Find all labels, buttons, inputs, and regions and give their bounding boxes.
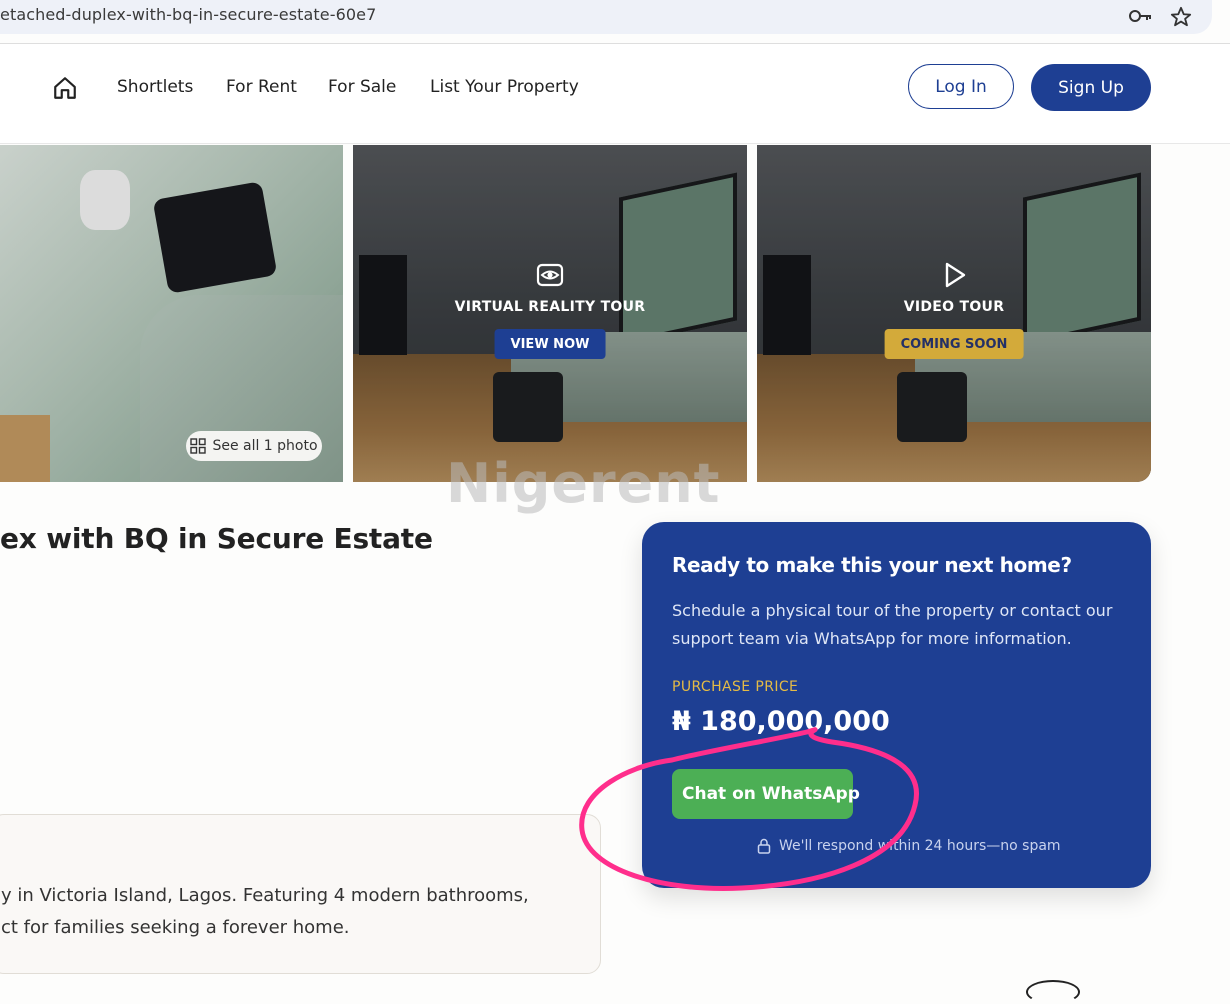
- property-title: ex with BQ in Secure Estate: [0, 522, 433, 555]
- key-icon[interactable]: [1128, 6, 1152, 26]
- main-photo[interactable]: See all 1 photo: [0, 145, 343, 482]
- nav-link-shortlets[interactable]: Shortlets: [117, 77, 193, 97]
- cushion-image: [152, 181, 278, 294]
- annotation-circle-scribble: [579, 727, 919, 891]
- floor-image: [0, 415, 50, 482]
- home-icon[interactable]: [52, 75, 78, 101]
- contact-card-title: Ready to make this your next home?: [672, 553, 1072, 577]
- vr-eye-icon: [536, 263, 564, 287]
- see-all-label: See all 1 photo: [212, 438, 318, 454]
- vr-tour-title: VIRTUAL REALITY TOUR: [454, 299, 646, 315]
- watermark-logo: Nigerent: [446, 452, 721, 515]
- description-line: y in Victoria Island, Lagos. Featuring 4…: [1, 885, 529, 906]
- pillow-image: [80, 170, 130, 230]
- contact-card-subtitle: support team via WhatsApp for more infor…: [672, 629, 1072, 648]
- partial-circle-element: [1026, 980, 1080, 1004]
- price-label: PURCHASE PRICE: [672, 679, 799, 695]
- play-icon: [945, 262, 966, 288]
- star-icon[interactable]: [1170, 6, 1192, 28]
- address-bar[interactable]: etached-duplex-with-bq-in-secure-estate-…: [0, 0, 1212, 34]
- site-header: Shortlets For Rent For Sale List Your Pr…: [0, 44, 1230, 144]
- login-button[interactable]: Log In: [908, 64, 1014, 109]
- nav-link-for-sale[interactable]: For Sale: [328, 77, 396, 97]
- url-text[interactable]: etached-duplex-with-bq-in-secure-estate-…: [0, 5, 376, 24]
- see-all-photos-button[interactable]: See all 1 photo: [186, 431, 322, 461]
- video-coming-soon-badge: COMING SOON: [884, 329, 1024, 359]
- nav-link-list-property[interactable]: List Your Property: [430, 77, 579, 97]
- video-tour-title: VIDEO TOUR: [903, 299, 1005, 315]
- description-line: ct for families seeking a forever home.: [1, 917, 350, 938]
- video-tour-panel[interactable]: VIDEO TOUR COMING SOON: [757, 145, 1151, 482]
- vr-view-now-button[interactable]: VIEW NOW: [494, 329, 606, 359]
- description-card: y in Victoria Island, Lagos. Featuring 4…: [0, 814, 601, 974]
- contact-card-subtitle: Schedule a physical tour of the property…: [672, 601, 1113, 620]
- vr-tour-panel[interactable]: VIRTUAL REALITY TOUR VIEW NOW: [353, 145, 747, 482]
- signup-button[interactable]: Sign Up: [1031, 64, 1151, 111]
- grid-icon: [190, 438, 207, 454]
- nav-link-for-rent[interactable]: For Rent: [226, 77, 297, 97]
